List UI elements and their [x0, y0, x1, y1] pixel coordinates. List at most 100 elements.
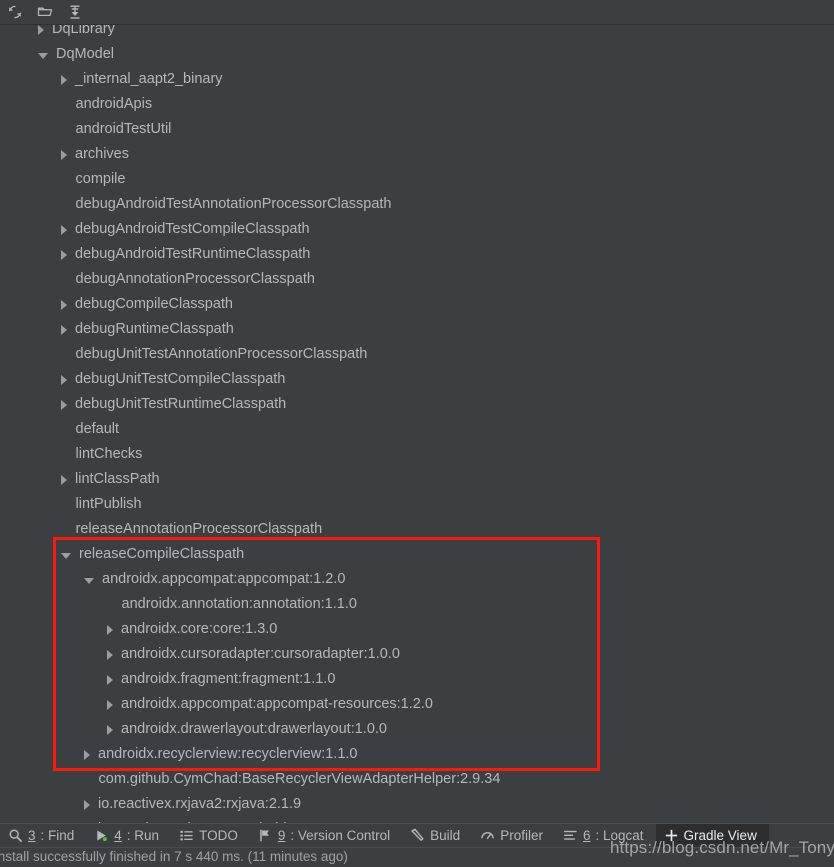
tree-row[interactable]: releaseAnnotationProcessorClasspath: [0, 517, 834, 542]
version-control-icon: [258, 828, 273, 843]
tree-row[interactable]: androidx.appcompat:appcompat-resources:1…: [0, 692, 834, 717]
triangle-down-icon[interactable]: [84, 577, 94, 584]
triangle-right-icon[interactable]: [107, 649, 113, 660]
tree-row[interactable]: DqModel: [0, 42, 834, 67]
tree-row[interactable]: androidx.fragment:fragment:1.1.0: [0, 667, 834, 692]
triangle-right-icon[interactable]: [61, 74, 67, 85]
triangle-right-icon[interactable]: [61, 149, 67, 160]
tree-row[interactable]: androidTestUtil: [0, 117, 834, 142]
tree-row[interactable]: _internal_aapt2_binary: [0, 67, 834, 92]
tool-window-button-run[interactable]: 4 : Run: [86, 824, 171, 848]
triangle-right-icon[interactable]: [61, 399, 67, 410]
tree-row-container: DqLibrary DqModel _internal_aapt2_binaryan…: [0, 25, 834, 823]
triangle-right-icon[interactable]: [107, 724, 113, 735]
tool-window-button-build[interactable]: Build: [402, 824, 472, 848]
triangle-right-icon[interactable]: [61, 299, 67, 310]
tool-window-shortcut-number: 9: [277, 828, 286, 843]
tree-row[interactable]: compile: [0, 167, 834, 192]
tool-window-shortcut-number: 6: [582, 828, 591, 843]
triangle-right-icon[interactable]: [107, 674, 113, 685]
tree-row-label: archives: [75, 146, 129, 162]
download-icon-svg: [70, 5, 80, 19]
tree-row-label: debugAnnotationProcessorClasspath: [75, 271, 315, 287]
logcat-lines-icon: [563, 828, 578, 843]
tool-window-button-profiler[interactable]: Profiler: [472, 824, 555, 848]
triangle-right-icon[interactable]: [61, 474, 67, 485]
tree-row[interactable]: debugAndroidTestRuntimeClasspath: [0, 242, 834, 267]
gradle-dependency-tree[interactable]: DqLibrary DqModel _internal_aapt2_binaryan…: [0, 25, 834, 823]
tree-row[interactable]: lintPublish: [0, 492, 834, 517]
triangle-right-icon[interactable]: [38, 25, 44, 35]
tree-row[interactable]: androidx.drawerlayout:drawerlayout:1.0.0: [0, 717, 834, 742]
tree-row[interactable]: androidx.appcompat:appcompat:1.2.0: [0, 567, 834, 592]
tool-window-label: : Run: [126, 828, 160, 843]
tree-row[interactable]: releaseCompileClasspath: [0, 542, 834, 567]
tree-row-label: lintClassPath: [75, 471, 160, 487]
tool-window-button-version-control[interactable]: 9 : Version Control: [250, 824, 402, 848]
tree-row-label: debugCompileClasspath: [75, 296, 233, 312]
tool-window-label: : Version Control: [290, 828, 391, 843]
status-bar: Install successfully finished in 7 s 440…: [0, 847, 834, 867]
triangle-right-icon[interactable]: [61, 224, 67, 235]
tool-window-button-gradle-view[interactable]: Gradle View: [655, 823, 769, 848]
tree-row[interactable]: debugRuntimeClasspath: [0, 317, 834, 342]
tree-row[interactable]: debugUnitTestRuntimeClasspath: [0, 392, 834, 417]
tree-row[interactable]: androidx.cursoradapter:cursoradapter:1.0…: [0, 642, 834, 667]
triangle-right-icon[interactable]: [84, 749, 90, 760]
open-folder-icon[interactable]: [32, 1, 58, 23]
tree-row[interactable]: lintClassPath: [0, 467, 834, 492]
tree-row[interactable]: archives: [0, 142, 834, 167]
triangle-right-icon[interactable]: [61, 249, 67, 260]
triangle-down-icon[interactable]: [61, 552, 71, 559]
download-sources-icon[interactable]: [62, 1, 88, 23]
triangle-right-icon[interactable]: [61, 374, 67, 385]
tree-row-label: default: [75, 421, 120, 437]
refresh-gradle-project-icon[interactable]: [2, 1, 28, 23]
tool-window-bar: 3: Find 4 : Run TODO 9 : Version Control Build…: [0, 823, 834, 848]
tree-row-label: debugAndroidTestAnnotationProcessorClass…: [75, 196, 392, 212]
build-hammer-icon: [410, 828, 425, 843]
tree-row-label: debugAndroidTestCompileClasspath: [75, 221, 310, 237]
tree-row-label: androidApis: [75, 96, 153, 112]
triangle-right-icon[interactable]: [107, 624, 113, 635]
tree-row-label: lintPublish: [75, 496, 142, 512]
tree-row[interactable]: androidx.core:core:1.3.0: [0, 617, 834, 642]
tree-row-label: androidx.cursoradapter:cursoradapter:1.0…: [121, 646, 400, 662]
tree-row[interactable]: androidx.annotation:annotation:1.1.0: [0, 592, 834, 617]
triangle-right-icon[interactable]: [61, 324, 67, 335]
tree-row-label: androidx.core:core:1.3.0: [121, 621, 278, 637]
gradle-toolbar: [0, 0, 834, 25]
tree-row[interactable]: androidApis: [0, 92, 834, 117]
tree-row[interactable]: DqLibrary: [0, 25, 834, 42]
tree-row[interactable]: debugUnitTestAnnotationProcessorClasspat…: [0, 342, 834, 367]
tree-row[interactable]: debugAnnotationProcessorClasspath: [0, 267, 834, 292]
tree-row-label: releaseCompileClasspath: [79, 546, 245, 562]
tree-row[interactable]: debugCompileClasspath: [0, 292, 834, 317]
tool-window-label: TODO: [199, 828, 238, 843]
tool-window-button-todo[interactable]: TODO: [171, 824, 250, 848]
folder-icon-svg: [37, 7, 53, 17]
triangle-right-icon[interactable]: [107, 699, 113, 710]
tree-row[interactable]: io.reactivex.rxjava2:rxjava:2.1.9: [0, 792, 834, 817]
tree-row[interactable]: debugAndroidTestCompileClasspath: [0, 217, 834, 242]
tool-window-shortcut-number: 4: [114, 828, 122, 843]
tree-row[interactable]: androidx.recyclerview:recyclerview:1.1.0: [0, 742, 834, 767]
profiler-gauge-icon: [480, 828, 495, 843]
tree-row[interactable]: default: [0, 417, 834, 442]
triangle-right-icon[interactable]: [84, 799, 90, 810]
tree-row[interactable]: lintChecks: [0, 442, 834, 467]
tree-row[interactable]: debugAndroidTestAnnotationProcessorClass…: [0, 192, 834, 217]
tree-row-label: androidx.fragment:fragment:1.1.0: [121, 671, 336, 687]
tool-window-button-find[interactable]: 3: Find: [0, 824, 86, 848]
tree-row[interactable]: com.github.CymChad:BaseRecyclerViewAdapt…: [0, 767, 834, 792]
triangle-down-icon[interactable]: [38, 52, 48, 59]
tool-window-shortcut-number: 3: [28, 828, 36, 843]
tree-row-label: androidx.annotation:annotation:1.1.0: [121, 596, 357, 612]
tree-row-label: debugUnitTestRuntimeClasspath: [75, 396, 287, 412]
tree-row[interactable]: debugUnitTestCompileClasspath: [0, 367, 834, 392]
todo-list-icon: [179, 828, 194, 843]
tree-row-label: DqLibrary: [52, 25, 115, 37]
tool-window-button-logcat[interactable]: 6: Logcat: [555, 824, 656, 848]
